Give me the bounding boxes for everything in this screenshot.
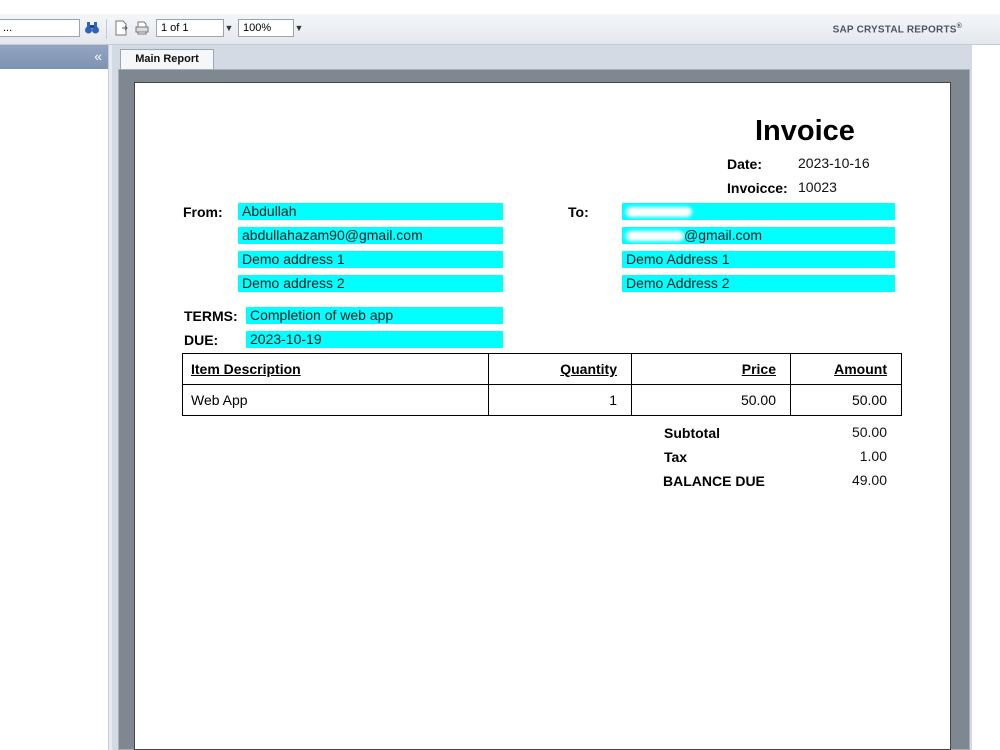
invoice-number-label: Invoicce: <box>727 180 788 196</box>
from-address1: Demo address 1 <box>238 251 503 268</box>
search-input[interactable]: ... <box>0 19 80 37</box>
zoom-input[interactable]: 100% <box>238 19 294 37</box>
print-icon[interactable] <box>134 20 150 36</box>
group-tree-panel: « <box>0 45 109 750</box>
toolbar: ... 1 of 1 ▼ 100% ▼ SAP CRYSTAL REPORTS® <box>0 0 1000 45</box>
to-address1: Demo Address 1 <box>622 251 895 268</box>
binoculars-icon[interactable] <box>84 20 100 36</box>
to-name-redacted <box>622 203 895 220</box>
page-number-input[interactable]: 1 of 1 <box>156 19 224 37</box>
line-items-table: Item Description Quantity Price Amount W… <box>182 353 902 416</box>
zoom-dropdown-arrow-icon[interactable]: ▼ <box>294 19 304 37</box>
to-email: @gmail.com <box>622 227 895 244</box>
cell-quantity: 1 <box>488 384 632 416</box>
export-icon[interactable] <box>113 20 129 36</box>
balance-due-value: 49.00 <box>851 472 887 488</box>
due-label: DUE: <box>184 332 219 348</box>
page-dropdown-arrow-icon[interactable]: ▼ <box>224 19 234 37</box>
cell-amount: 50.00 <box>790 384 902 416</box>
invoice-title: Invoice <box>755 115 855 147</box>
header-price: Price <box>631 353 791 385</box>
redaction-mark <box>626 231 684 242</box>
brand-label: SAP CRYSTAL REPORTS® <box>832 23 962 36</box>
cell-description: Web App <box>182 384 489 416</box>
from-label: From: <box>183 204 223 220</box>
balance-due-label: BALANCE DUE <box>663 473 765 489</box>
from-email: abdullahazam90@gmail.com <box>238 227 503 244</box>
redaction-mark <box>626 207 692 218</box>
to-address2: Demo Address 2 <box>622 275 895 292</box>
cell-price: 50.00 <box>631 384 791 416</box>
tax-label: Tax <box>664 449 688 465</box>
date-label: Date: <box>727 156 763 172</box>
terms-value: Completion of web app <box>246 307 503 324</box>
header-quantity: Quantity <box>488 353 632 385</box>
due-value: 2023-10-19 <box>246 331 503 348</box>
invoice-number-value: 10023 <box>798 179 837 195</box>
table-row: Web App 1 50.00 50.00 <box>182 384 902 416</box>
subtotal-value: 50.00 <box>851 424 887 440</box>
table-header-row: Item Description Quantity Price Amount <box>182 353 902 385</box>
report-page: Invoice Date: 2023-10-16 Invoicce: 10023… <box>134 82 951 750</box>
from-name: Abdullah <box>238 203 503 220</box>
from-address2: Demo address 2 <box>238 275 503 292</box>
terms-label: TERMS: <box>184 308 238 324</box>
header-amount: Amount <box>790 353 902 385</box>
tab-main-report[interactable]: Main Report <box>120 49 214 69</box>
panel-header: « <box>0 45 108 69</box>
date-value: 2023-10-16 <box>798 155 870 171</box>
to-label: To: <box>568 204 589 220</box>
subtotal-label: Subtotal <box>664 425 720 441</box>
tab-bar: Main Report <box>112 45 972 69</box>
collapse-panel-icon[interactable]: « <box>94 48 102 64</box>
tax-value: 1.00 <box>859 448 887 464</box>
header-item-description: Item Description <box>182 353 489 385</box>
